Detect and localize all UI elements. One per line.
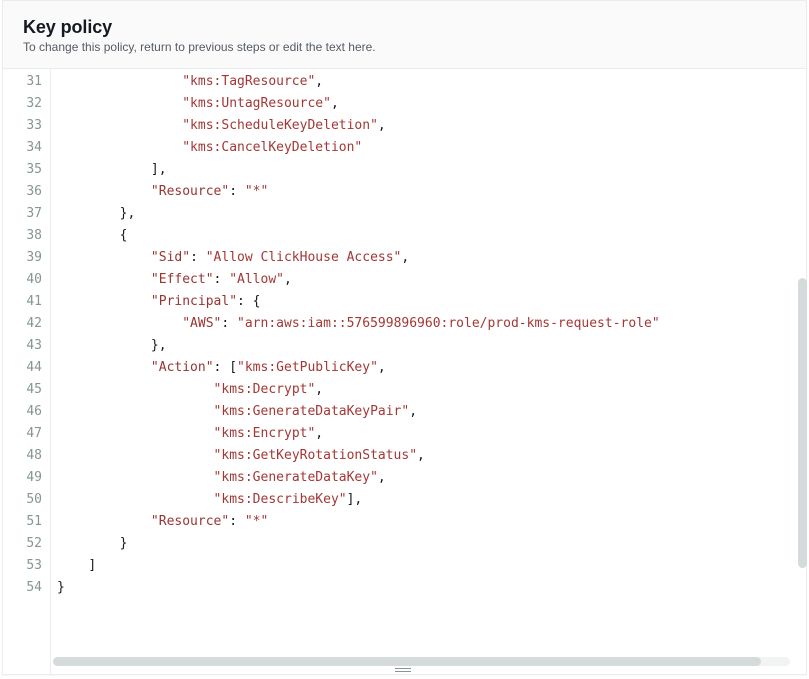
line-number: 34 — [3, 137, 50, 159]
code-line[interactable]: "Sid": "Allow ClickHouse Access", — [57, 247, 806, 269]
code-line[interactable]: }, — [57, 203, 806, 225]
code-line[interactable]: }, — [57, 335, 806, 357]
code-line[interactable]: "kms:TagResource", — [57, 71, 806, 93]
code-line[interactable]: } — [57, 577, 806, 599]
vertical-scrollbar-thumb[interactable] — [798, 278, 807, 568]
line-number: 53 — [3, 555, 50, 577]
line-number: 43 — [3, 335, 50, 357]
code-line[interactable]: ] — [57, 555, 806, 577]
line-number: 47 — [3, 423, 50, 445]
line-number: 45 — [3, 379, 50, 401]
code-line[interactable]: ], — [57, 159, 806, 181]
code-line[interactable]: "kms:Encrypt", — [57, 423, 806, 445]
line-number: 42 — [3, 313, 50, 335]
line-number: 36 — [3, 181, 50, 203]
code-line[interactable]: "kms:Decrypt", — [57, 379, 806, 401]
line-number-gutter: 3132333435363738394041424344454647484950… — [3, 69, 51, 674]
line-number: 35 — [3, 159, 50, 181]
line-number: 52 — [3, 533, 50, 555]
resize-handle-icon[interactable] — [395, 665, 415, 674]
line-number: 37 — [3, 203, 50, 225]
code-line[interactable]: "Action": ["kms:GetPublicKey", — [57, 357, 806, 379]
line-number: 48 — [3, 445, 50, 467]
line-number: 44 — [3, 357, 50, 379]
line-number: 41 — [3, 291, 50, 313]
line-number: 50 — [3, 489, 50, 511]
line-number: 38 — [3, 225, 50, 247]
code-line[interactable]: "kms:GetKeyRotationStatus", — [57, 445, 806, 467]
code-line[interactable]: { — [57, 225, 806, 247]
vertical-scrollbar[interactable] — [795, 88, 807, 651]
line-number: 46 — [3, 401, 50, 423]
code-line[interactable]: "Principal": { — [57, 291, 806, 313]
code-line[interactable]: "kms:UntagResource", — [57, 93, 806, 115]
code-area[interactable]: "kms:TagResource", "kms:UntagResource", … — [51, 69, 806, 674]
horizontal-scrollbar[interactable] — [53, 657, 790, 666]
code-line[interactable]: "kms:GenerateDataKeyPair", — [57, 401, 806, 423]
line-number: 39 — [3, 247, 50, 269]
panel-title: Key policy — [23, 17, 786, 38]
line-number: 40 — [3, 269, 50, 291]
code-line[interactable]: "kms:CancelKeyDeletion" — [57, 137, 806, 159]
code-line[interactable]: "kms:GenerateDataKey", — [57, 467, 806, 489]
panel-subtitle: To change this policy, return to previou… — [23, 40, 786, 54]
code-line[interactable]: "kms:DescribeKey"], — [57, 489, 806, 511]
code-editor[interactable]: 3132333435363738394041424344454647484950… — [3, 69, 806, 674]
code-line[interactable]: } — [57, 533, 806, 555]
line-number: 32 — [3, 93, 50, 115]
panel-header: Key policy To change this policy, return… — [3, 1, 806, 69]
code-line[interactable]: "Resource": "*" — [57, 181, 806, 203]
code-line[interactable]: "kms:ScheduleKeyDeletion", — [57, 115, 806, 137]
code-line[interactable]: "Resource": "*" — [57, 511, 806, 533]
key-policy-panel: Key policy To change this policy, return… — [2, 0, 807, 675]
line-number: 33 — [3, 115, 50, 137]
line-number: 31 — [3, 71, 50, 93]
line-number: 49 — [3, 467, 50, 489]
line-number: 51 — [3, 511, 50, 533]
code-line[interactable]: "AWS": "arn:aws:iam::576599896960:role/p… — [57, 313, 806, 335]
code-line[interactable]: "Effect": "Allow", — [57, 269, 806, 291]
line-number: 54 — [3, 577, 50, 599]
